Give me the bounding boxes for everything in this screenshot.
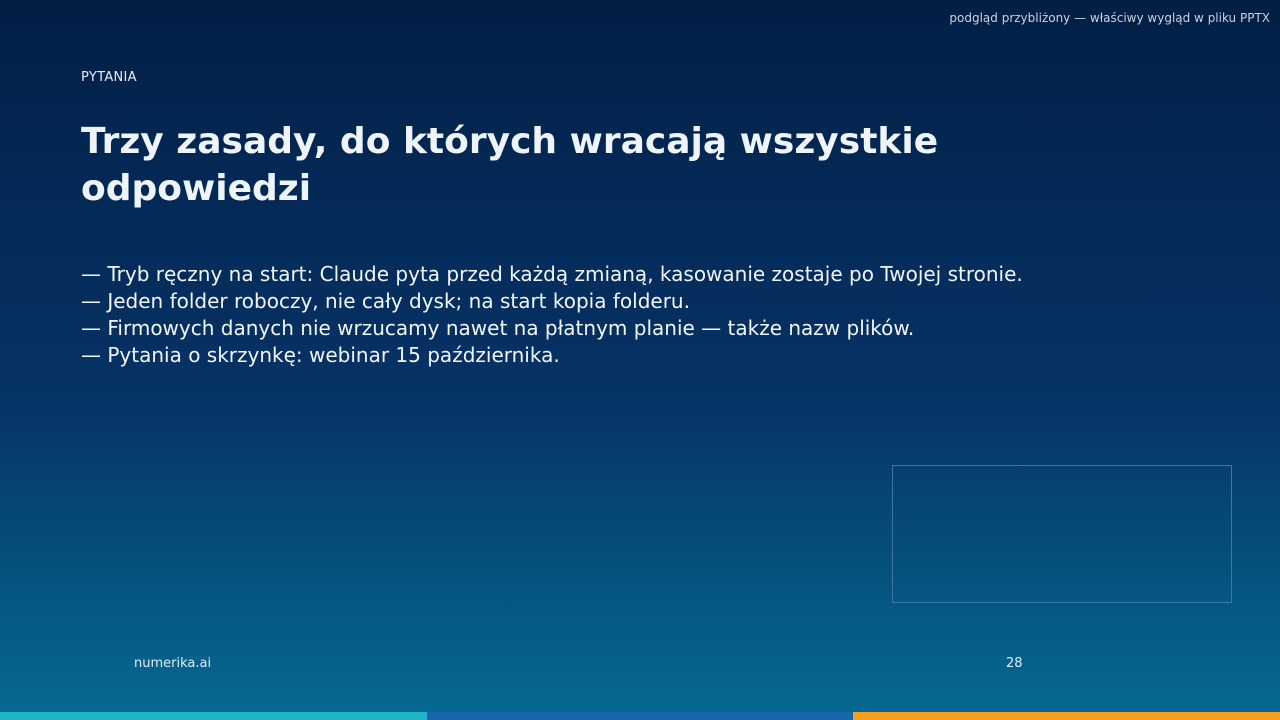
preview-note: podgląd przybliżony — właściwy wygląd w … (949, 11, 1270, 25)
accent-bar-segment (0, 712, 427, 720)
slide-title: Trzy zasady, do których wracają wszystki… (81, 121, 939, 209)
bullet-item: — Jeden folder roboczy, nie cały dysk; n… (81, 289, 690, 313)
footer-brand: numerika.ai (134, 656, 212, 671)
accent-bar (0, 712, 1280, 720)
page-number: 28 (1006, 656, 1023, 671)
bullet-list: — Tryb ręczny na start: Claude pyta prze… (81, 261, 1181, 369)
bullet-item: — Tryb ręczny na start: Claude pyta prze… (81, 262, 1023, 286)
bullet-item: — Firmowych danych nie wrzucamy nawet na… (81, 316, 915, 340)
slide-eyebrow: PYTANIA (81, 70, 137, 85)
accent-bar-segment (426, 712, 854, 720)
accent-bar-segment (853, 712, 1280, 720)
bullet-item: — Pytania o skrzynkę: webinar 15 paździe… (81, 343, 560, 367)
image-placeholder-frame (892, 465, 1232, 603)
